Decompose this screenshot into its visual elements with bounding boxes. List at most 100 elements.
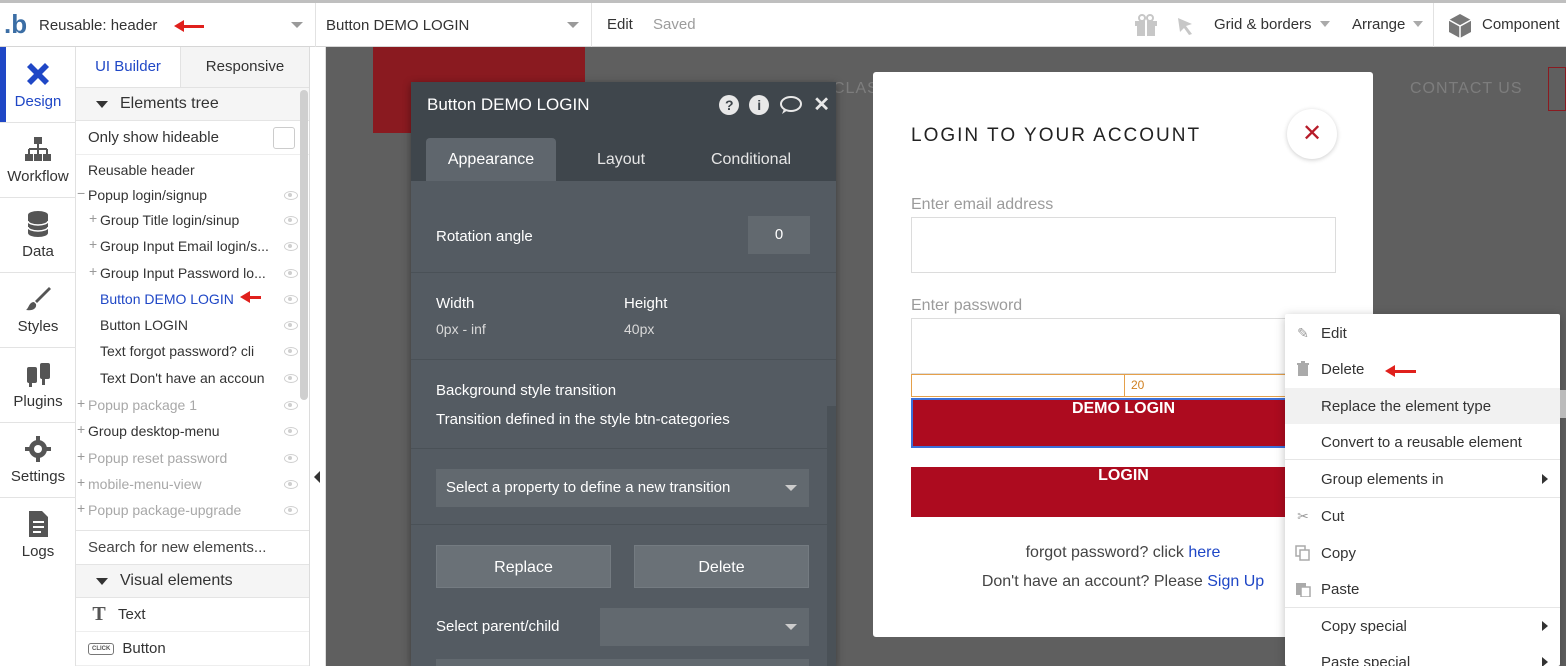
tab-responsive[interactable]: Responsive (181, 47, 309, 87)
tree-item[interactable]: + Group Title login/sinup (76, 208, 306, 234)
tab-conditional[interactable]: Conditional (691, 138, 811, 181)
parent-child-select[interactable] (600, 608, 809, 646)
eye-icon[interactable] (284, 269, 298, 278)
tree-item[interactable]: + Popup reset password (76, 446, 306, 472)
nav-settings[interactable]: Settings (0, 422, 76, 497)
arrange-menu[interactable]: Arrange (1352, 16, 1424, 33)
height-value[interactable]: 40px (624, 321, 654, 337)
eye-icon[interactable] (284, 321, 298, 330)
expand-plus-icon[interactable]: + (77, 395, 85, 411)
collapse-minus-icon[interactable]: − (77, 185, 85, 201)
hidden-eye-icon[interactable] (284, 454, 298, 463)
expand-plus-icon[interactable]: + (89, 210, 97, 226)
comment-icon[interactable] (779, 95, 803, 115)
menu-item-copy-special[interactable]: Copy special (1285, 608, 1560, 644)
close-popup-button[interactable]: ✕ (1287, 109, 1337, 159)
menu-item-delete[interactable]: Delete (1285, 351, 1560, 387)
tree-item-label: Group Input Email login/s... (100, 238, 269, 254)
signup-link[interactable]: Sign Up (1207, 573, 1264, 590)
expand-plus-icon[interactable]: + (89, 236, 97, 252)
rotation-input[interactable]: 0 (748, 216, 810, 254)
editor-scrollbar[interactable] (827, 406, 836, 666)
grid-borders-label: Grid & borders (1214, 16, 1312, 33)
demo-login-button[interactable]: DEMO LOGIN (911, 398, 1336, 448)
tree-item-selected[interactable]: Button DEMO LOGIN (76, 287, 306, 313)
info-icon[interactable]: i (749, 95, 770, 115)
replace-button[interactable]: Replace (436, 545, 611, 588)
tab-appearance[interactable]: Appearance (426, 138, 556, 181)
edit-menu[interactable]: Edit (607, 16, 633, 33)
login-button[interactable]: LOGIN (911, 467, 1336, 517)
tree-item[interactable]: − Popup login/signup (76, 183, 306, 209)
gift-icon[interactable] (1133, 13, 1159, 37)
menu-item-paste[interactable]: Paste (1285, 571, 1560, 607)
tree-item[interactable]: Text Don't have an accoun (76, 366, 306, 392)
eye-icon[interactable] (284, 347, 298, 356)
expand-plus-icon[interactable]: + (77, 500, 85, 516)
next-property-select[interactable] (436, 659, 809, 666)
email-field[interactable] (911, 217, 1336, 273)
editor-title-bar[interactable]: Button DEMO LOGIN ? i ✕ (411, 82, 836, 128)
tree-item[interactable]: Text forgot password? cli (76, 339, 306, 365)
hideable-checkbox[interactable] (273, 127, 295, 149)
visual-element-button[interactable]: CLICK Button (76, 632, 309, 666)
help-icon[interactable]: ? (719, 95, 740, 115)
menu-item-convert-reusable[interactable]: Convert to a reusable element (1285, 424, 1560, 460)
nav-workflow[interactable]: Workflow (0, 122, 76, 197)
nav-data[interactable]: Data (0, 197, 76, 272)
expand-plus-icon[interactable]: + (77, 421, 85, 437)
context-menu-scrollbar[interactable] (1560, 390, 1566, 418)
eye-icon[interactable] (284, 295, 298, 304)
visual-element-text[interactable]: T Text (76, 598, 309, 632)
expand-plus-icon[interactable]: + (89, 263, 97, 279)
visual-elements-header[interactable]: Visual elements (76, 565, 309, 598)
hidden-eye-icon[interactable] (284, 480, 298, 489)
nav-design[interactable]: Design (0, 47, 76, 122)
tree-item[interactable]: + Popup package-upgrade (76, 498, 306, 524)
eye-icon[interactable] (284, 374, 298, 383)
width-value[interactable]: 0px - inf (436, 321, 486, 337)
tree-item[interactable]: Button LOGIN (76, 313, 306, 339)
grid-borders-menu[interactable]: Grid & borders (1214, 16, 1330, 33)
transition-property-select[interactable]: Select a property to define a new transi… (436, 469, 809, 507)
components-menu[interactable]: Component (1482, 16, 1560, 33)
tree-item[interactable]: Reusable header (76, 158, 306, 184)
tab-ui-builder[interactable]: UI Builder (76, 47, 181, 87)
tab-layout[interactable]: Layout (571, 138, 671, 181)
tree-item[interactable]: + Group desktop-menu (76, 419, 306, 445)
hidden-eye-icon[interactable] (284, 506, 298, 515)
menu-item-copy[interactable]: Copy (1285, 535, 1560, 571)
menu-item-paste-special[interactable]: Paste special (1285, 644, 1560, 666)
bubble-logo[interactable]: .b (4, 9, 27, 40)
hidden-eye-icon[interactable] (284, 401, 298, 410)
elements-tree-header[interactable]: Elements tree (76, 88, 309, 121)
eye-icon[interactable] (284, 242, 298, 251)
menu-item-replace-type[interactable]: Replace the element type (1285, 388, 1560, 424)
eye-icon[interactable] (284, 216, 298, 225)
forgot-password-link[interactable]: here (1188, 544, 1220, 561)
tree-item[interactable]: + Group Input Email login/s... (76, 234, 306, 260)
menu-item-cut[interactable]: ✂ Cut (1285, 498, 1560, 534)
password-field[interactable] (911, 318, 1336, 374)
element-search-input[interactable]: Search for new elements... (76, 530, 309, 565)
cube-icon[interactable] (1448, 13, 1472, 39)
panel-scrollbar[interactable] (300, 90, 308, 400)
nav-styles[interactable]: Styles (0, 272, 76, 347)
nav-logs[interactable]: Logs (0, 497, 76, 572)
collapse-panel-handle[interactable] (310, 47, 326, 666)
tree-item[interactable]: + mobile-menu-view (76, 472, 306, 498)
eye-icon[interactable] (284, 191, 298, 200)
expand-plus-icon[interactable]: + (77, 474, 85, 490)
menu-item-group-in[interactable]: Group elements in (1285, 461, 1560, 497)
close-icon[interactable]: ✕ (813, 95, 830, 115)
tree-item[interactable]: + Popup package 1 (76, 393, 306, 419)
menu-item-label: Edit (1321, 325, 1347, 342)
delete-button[interactable]: Delete (634, 545, 809, 588)
element-selector[interactable]: Button DEMO LOGIN (318, 3, 592, 47)
expand-plus-icon[interactable]: + (77, 448, 85, 464)
nav-plugins[interactable]: Plugins (0, 347, 76, 422)
tree-item[interactable]: + Group Input Password lo... (76, 261, 306, 287)
pointer-icon[interactable] (1176, 16, 1196, 36)
menu-item-edit[interactable]: ✎ Edit (1285, 315, 1560, 351)
eye-icon[interactable] (284, 427, 298, 436)
